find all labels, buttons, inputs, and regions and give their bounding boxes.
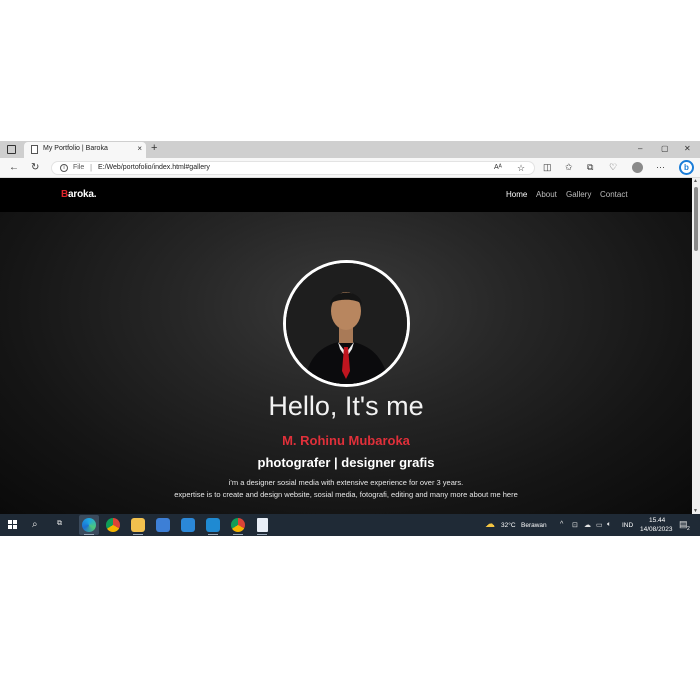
read-aloud-icon[interactable]: Aᴬ <box>494 164 502 171</box>
weather-text: Berawan <box>521 522 547 529</box>
favorites-icon[interactable]: ✩ <box>565 162 573 173</box>
portrait-image <box>286 263 407 384</box>
nav-contact[interactable]: Contact <box>600 190 628 199</box>
description-line-2: expertise is to create and design websit… <box>174 490 518 499</box>
logo-first-letter: B <box>61 189 69 200</box>
vscode-icon[interactable] <box>206 518 220 532</box>
nav-gallery[interactable]: Gallery <box>566 190 591 199</box>
edge-icon[interactable] <box>82 518 96 532</box>
owner-role: photografer | designer grafis <box>257 455 435 470</box>
search-icon[interactable]: ⌕ <box>32 519 38 530</box>
favorite-star-icon[interactable]: ☆ <box>517 163 525 174</box>
page-icon <box>31 145 38 154</box>
site-navbar: Baroka. Home About Gallery Contact <box>0 178 692 212</box>
notification-count: 2 <box>687 526 690 532</box>
portfolio-page: Baroka. Home About Gallery Contact Hello… <box>0 178 692 514</box>
browser-essentials-icon[interactable]: ♡ <box>609 162 617 173</box>
owner-name: M. Rohinu Mubaroka <box>282 433 410 448</box>
page-scrollbar[interactable]: ▲ ▼ <box>692 178 700 514</box>
url-text: E:/Web/portofolio/index.html#gallery <box>98 164 210 171</box>
greeting-heading: Hello, It's me <box>268 391 424 421</box>
volume-icon[interactable]: 🔈︎ <box>607 521 611 529</box>
browser-tab-bar: My Portfolio | Baroka × + – ▢ ✕ <box>0 141 700 158</box>
scroll-up-arrow-icon[interactable]: ▲ <box>693 178 698 184</box>
chrome-profile-icon[interactable] <box>231 518 245 532</box>
maximize-button[interactable]: ▢ <box>661 144 669 153</box>
chrome-icon[interactable] <box>106 518 120 532</box>
notepad-icon[interactable] <box>257 518 268 532</box>
profile-avatar[interactable] <box>632 162 643 173</box>
collections-icon[interactable]: ⧉ <box>587 162 593 173</box>
clock-date[interactable]: 14/08/2023 <box>640 526 673 533</box>
windows-taskbar: ⌕ ⧉ ☁ 32°C Berawan ^ ⊡ ☁ ▭ 🔈︎ IND 15.44 … <box>0 514 700 536</box>
tab-close-icon[interactable]: × <box>137 144 142 153</box>
device-icon[interactable]: ⊡ <box>572 521 578 529</box>
edge-active-indicator <box>84 534 94 535</box>
logo-text: aroka. <box>68 189 97 200</box>
chrome-indicator <box>233 534 243 535</box>
mail-icon[interactable] <box>181 518 195 532</box>
nav-about[interactable]: About <box>536 190 557 199</box>
file-explorer-icon[interactable] <box>131 518 145 532</box>
info-icon[interactable]: i <box>60 164 68 172</box>
weather-cloud-icon[interactable]: ☁ <box>485 519 495 530</box>
weather-temp: 32°C <box>501 522 516 529</box>
store-icon[interactable] <box>156 518 170 532</box>
profile-photo <box>283 260 410 387</box>
more-options-icon[interactable]: ··· <box>656 162 665 172</box>
description-line-1: i'm a designer sosial media with extensi… <box>228 478 464 487</box>
browser-tab[interactable]: My Portfolio | Baroka × <box>24 142 146 158</box>
windows-start-icon[interactable] <box>8 520 17 529</box>
close-window-button[interactable]: ✕ <box>684 144 691 153</box>
clock-time[interactable]: 15.44 <box>649 517 665 524</box>
new-tab-button[interactable]: + <box>151 142 157 154</box>
url-separator: | <box>90 163 93 172</box>
url-input[interactable]: i File | E:/Web/portofolio/index.html#ga… <box>51 161 535 175</box>
chevron-up-icon[interactable]: ^ <box>560 521 563 528</box>
tab-actions-icon[interactable] <box>7 145 16 154</box>
split-screen-icon[interactable]: ◫ <box>543 162 552 173</box>
battery-icon[interactable]: ▭ <box>596 521 603 529</box>
language-indicator[interactable]: IND <box>622 522 633 529</box>
scroll-thumb[interactable] <box>694 187 698 251</box>
back-arrow-icon[interactable]: ← <box>9 162 19 173</box>
refresh-icon[interactable]: ↻ <box>31 162 39 173</box>
minimize-button[interactable]: – <box>638 144 642 153</box>
notepad-indicator <box>257 534 267 535</box>
nav-home[interactable]: Home <box>506 190 527 199</box>
site-logo[interactable]: Baroka. <box>61 189 96 200</box>
vscode-indicator <box>208 534 218 535</box>
tab-title: My Portfolio | Baroka <box>43 145 108 152</box>
onedrive-icon[interactable]: ☁ <box>584 521 591 529</box>
bing-chat-icon[interactable]: b <box>679 160 694 175</box>
desktop-screen: My Portfolio | Baroka × + – ▢ ✕ ← ↻ i Fi… <box>0 141 700 536</box>
task-view-icon[interactable]: ⧉ <box>57 520 62 528</box>
url-scheme: File <box>73 164 85 171</box>
address-bar-row: ← ↻ i File | E:/Web/portofolio/index.htm… <box>0 158 700 178</box>
explorer-indicator <box>133 534 143 535</box>
